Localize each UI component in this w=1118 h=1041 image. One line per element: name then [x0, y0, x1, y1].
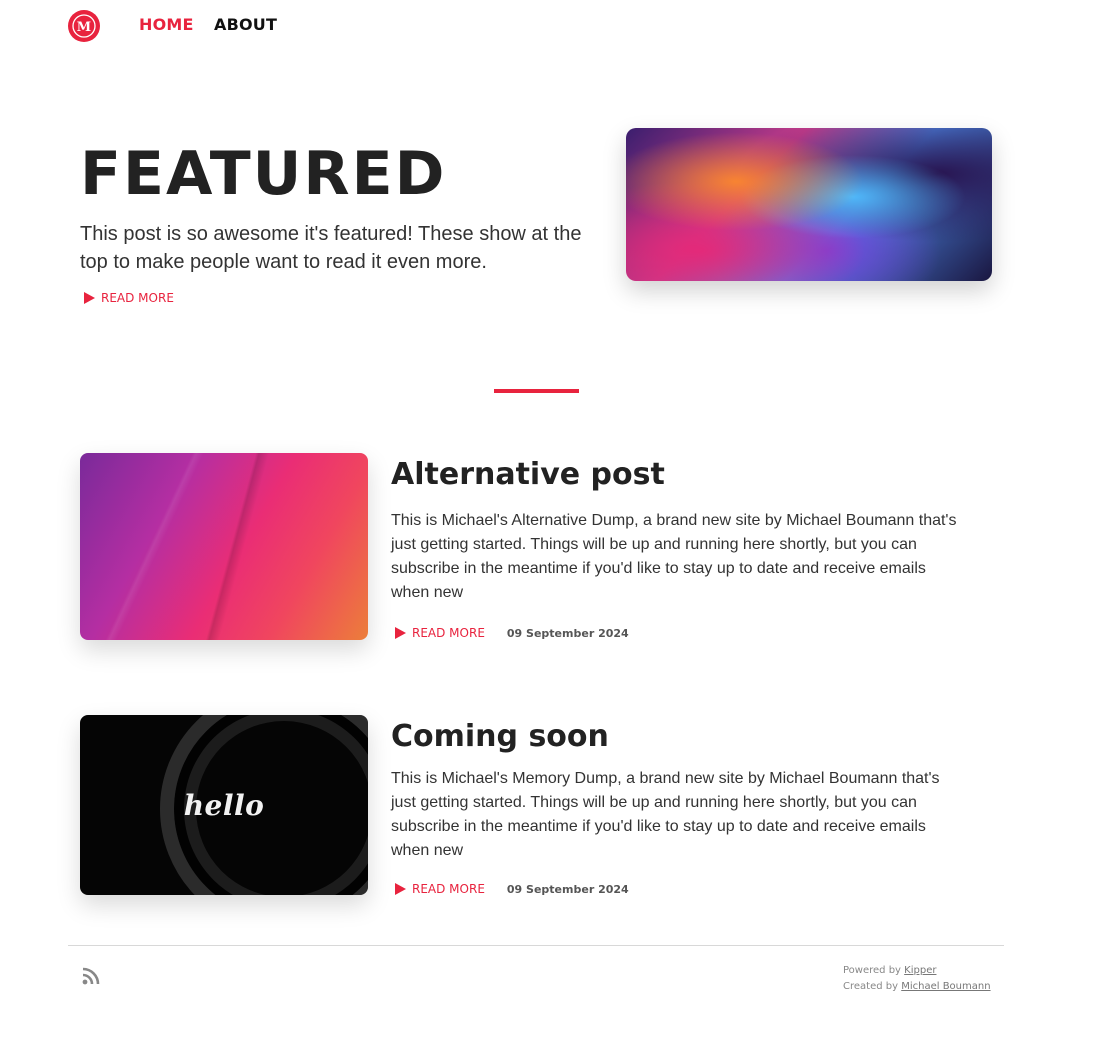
top-nav: M HOME ABOUT — [0, 0, 1118, 52]
post-title[interactable]: Coming soon — [391, 717, 609, 757]
post-excerpt: This is Michael's Memory Dump, a brand n… — [391, 770, 940, 859]
nav-about-link[interactable]: ABOUT — [214, 15, 277, 34]
play-icon — [84, 292, 95, 304]
post-title[interactable]: Alternative post — [391, 455, 665, 495]
post-excerpt: This is Michael's Alternative Dump, a br… — [391, 512, 957, 601]
post-date: 09 September 2024 — [506, 882, 629, 896]
logo-icon[interactable]: M — [68, 10, 100, 42]
footer-credits: Powered by Kipper Created by Michael Bou… — [843, 963, 991, 995]
featured-title: FEATURED — [80, 139, 447, 209]
powered-by-label: Powered by — [843, 965, 901, 976]
post-meta: READ MORE 09 September 2024 — [395, 882, 629, 896]
rss-icon[interactable] — [82, 967, 100, 985]
featured-image[interactable] — [626, 128, 992, 281]
play-icon — [395, 627, 406, 639]
kipper-link[interactable]: Kipper — [904, 965, 936, 976]
featured-post: FEATURED This post is so awesome it's fe… — [80, 128, 992, 305]
created-by-label: Created by — [843, 981, 899, 992]
section-divider — [494, 389, 579, 393]
read-more-label: READ MORE — [101, 291, 174, 305]
read-more-label: READ MORE — [412, 626, 485, 640]
footer-divider — [68, 945, 1004, 946]
post-image[interactable] — [80, 453, 368, 640]
svg-text:M: M — [77, 20, 91, 35]
logo-icon-graphic: M — [72, 14, 96, 38]
play-icon — [395, 883, 406, 895]
post-image[interactable]: hello — [80, 715, 368, 895]
powered-by-line: Powered by Kipper — [843, 963, 991, 979]
post-meta: READ MORE 09 September 2024 — [395, 626, 629, 640]
post-read-more-link[interactable]: READ MORE — [395, 882, 485, 896]
post-image-text: hello — [183, 788, 265, 822]
author-link[interactable]: Michael Boumann — [901, 981, 990, 992]
created-by-line: Created by Michael Boumann — [843, 979, 991, 995]
post-read-more-link[interactable]: READ MORE — [395, 626, 485, 640]
featured-read-more-link[interactable]: READ MORE — [84, 291, 174, 305]
nav-home-link[interactable]: HOME — [139, 15, 194, 34]
featured-description: This post is so awesome it's featured! T… — [80, 223, 582, 273]
read-more-label: READ MORE — [412, 882, 485, 896]
post-date: 09 September 2024 — [506, 626, 629, 640]
